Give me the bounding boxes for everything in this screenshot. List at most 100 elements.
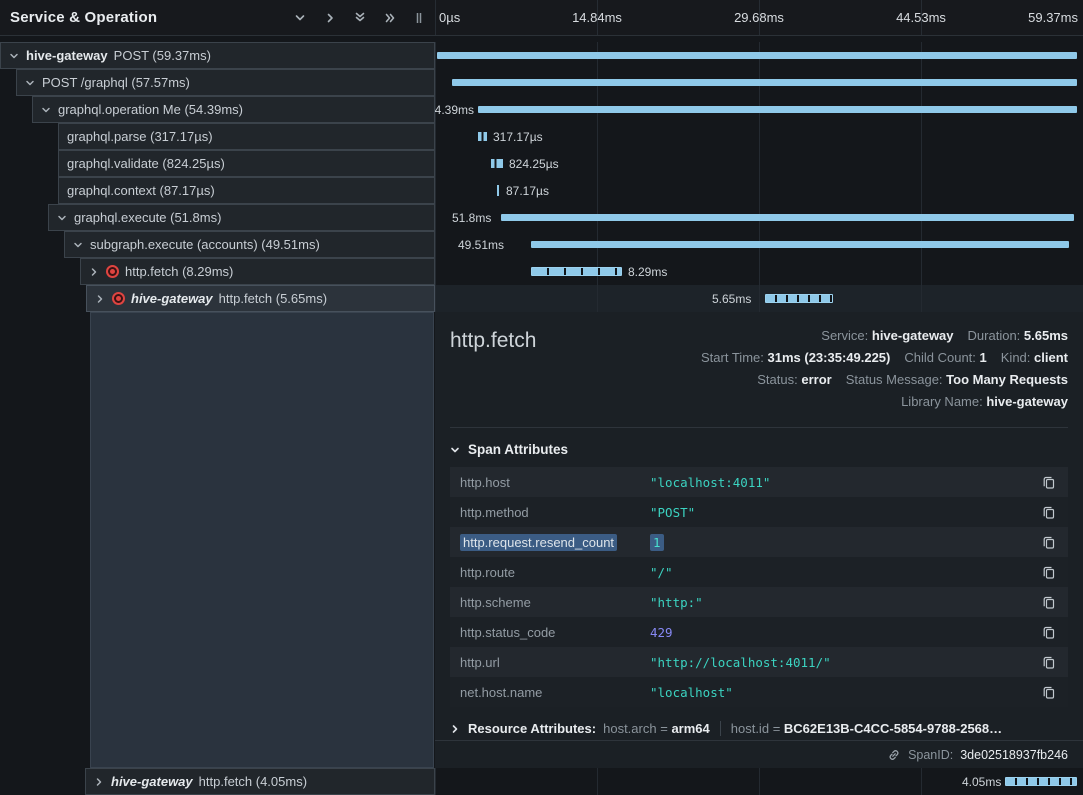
attr-row-highlighted[interactable]: http.request.resend_count 1 [450, 527, 1068, 557]
chevron-down-icon[interactable] [25, 78, 36, 88]
ruler-tick: 29.68ms [734, 10, 784, 25]
span-service: hive-gateway [26, 48, 108, 63]
span-duration-bar[interactable] [1005, 777, 1077, 786]
span-attributes-toggle[interactable]: Span Attributes [450, 442, 1068, 457]
chevron-right-icon[interactable] [322, 10, 338, 26]
span-label: http.fetch (5.65ms) [219, 291, 327, 306]
timeline-cell: 824.25µs [435, 150, 1083, 177]
meta-line: Start Time: 31ms (23:35:49.225)Child Cou… [701, 347, 1068, 369]
attr-key: http.route [460, 565, 650, 580]
span-tree-node[interactable]: subgraph.execute (accounts) (49.51ms) [64, 231, 435, 258]
span-duration-bar[interactable] [437, 52, 1077, 59]
span-duration-bar[interactable] [478, 106, 1077, 113]
ruler-tick: 44.53ms [896, 10, 946, 25]
span-duration-bar[interactable] [452, 79, 1077, 86]
attr-row[interactable]: http.url "http://localhost:4011/" [450, 647, 1068, 677]
copy-icon[interactable] [1040, 533, 1058, 552]
span-tree-node[interactable]: hive-gateway http.fetch (4.05ms) [85, 768, 435, 795]
span-duration-bar[interactable] [765, 294, 833, 303]
span-tree-node[interactable]: graphql.context (87.17µs) [58, 177, 435, 204]
copy-icon[interactable] [1040, 563, 1058, 582]
meta-line: Status: errorStatus Message: Too Many Re… [701, 369, 1068, 391]
trace-row: graphql.context (87.17µs) 87.17µs [0, 177, 1083, 204]
tree-panel-header: Service & Operation [0, 0, 435, 36]
copy-icon[interactable] [1040, 593, 1058, 612]
span-duration-bar[interactable] [491, 159, 503, 168]
span-duration-bar[interactable] [501, 214, 1074, 221]
duration-label: 87.17µs [506, 184, 549, 198]
span-attributes-table: http.host "localhost:4011" http.method "… [450, 467, 1068, 707]
panel-resize-handle[interactable] [413, 9, 425, 27]
chevron-down-icon[interactable] [9, 51, 20, 61]
detail-header: http.fetch Service: hive-gatewayDuration… [450, 325, 1068, 413]
timeline-cell [435, 42, 1083, 69]
span-tree-node[interactable]: graphql.execute (51.8ms) [48, 204, 435, 231]
attr-key: http.status_code [460, 625, 650, 640]
trace-row: hive-gateway http.fetch (4.05ms) 4.05ms [0, 768, 1083, 795]
span-duration-bar[interactable] [478, 132, 487, 141]
attr-value: 429 [650, 625, 1040, 640]
duration-label: 5.65ms [712, 292, 751, 306]
span-duration-bar[interactable] [531, 241, 1069, 248]
duration-label: 54.39ms [435, 103, 474, 117]
span-label: POST (59.37ms) [114, 48, 211, 63]
ruler-tick: 14.84ms [572, 10, 622, 25]
trace-row: http.fetch (8.29ms) 8.29ms [0, 258, 1083, 285]
span-label: graphql.context (87.17µs) [67, 183, 215, 198]
attr-row[interactable]: http.route "/" [450, 557, 1068, 587]
tree-panel-body [0, 312, 435, 768]
attr-row[interactable]: http.scheme "http:" [450, 587, 1068, 617]
timeline-cell: 317.17µs [435, 123, 1083, 150]
timeline-cell: 54.39ms [435, 96, 1083, 123]
span-tree-node-selected[interactable]: hive-gateway http.fetch (5.65ms) [86, 285, 435, 312]
span-tree-node[interactable]: http.fetch (8.29ms) [80, 258, 435, 285]
copy-icon[interactable] [1040, 683, 1058, 702]
double-chevron-down-icon[interactable] [352, 9, 368, 26]
chevron-right-icon[interactable] [94, 777, 105, 787]
trace-row: graphql.execute (51.8ms) 51.8ms [0, 204, 1083, 231]
section-title: Span Attributes [468, 442, 568, 457]
chevron-down-icon[interactable] [57, 213, 68, 223]
copy-icon[interactable] [1040, 653, 1058, 672]
attr-row[interactable]: http.host "localhost:4011" [450, 467, 1068, 497]
copy-icon[interactable] [1040, 503, 1058, 522]
span-tree-node[interactable]: graphql.operation Me (54.39ms) [32, 96, 435, 123]
attr-row[interactable]: http.status_code 429 [450, 617, 1068, 647]
span-tree-node[interactable]: POST /graphql (57.57ms) [16, 69, 435, 96]
attr-key: http.request.resend_count [460, 535, 650, 550]
chevron-down-icon[interactable] [41, 105, 52, 115]
span-tree-node[interactable]: graphql.validate (824.25µs) [58, 150, 435, 177]
resource-attributes-toggle[interactable]: Resource Attributes: host.arch = arm64 h… [450, 721, 1068, 736]
link-icon[interactable] [887, 748, 901, 762]
trace-viewer: Service & Operation 0µs 14.84ms 29.68ms … [0, 0, 1083, 795]
chevron-down-icon[interactable] [73, 240, 84, 250]
chevron-right-icon[interactable] [95, 294, 106, 304]
span-label: subgraph.execute (accounts) (49.51ms) [90, 237, 320, 252]
timeline-cell: 87.17µs [435, 177, 1083, 204]
attr-row[interactable]: net.host.name "localhost" [450, 677, 1068, 707]
attr-row[interactable]: http.method "POST" [450, 497, 1068, 527]
chevron-right-icon[interactable] [89, 267, 100, 277]
chevron-down-icon [450, 445, 461, 455]
selected-span-region[interactable] [90, 312, 434, 768]
span-tree-node[interactable]: hive-gateway POST (59.37ms) [0, 42, 435, 69]
span-label: graphql.execute (51.8ms) [74, 210, 221, 225]
trace-row: subgraph.execute (accounts) (49.51ms) 49… [0, 231, 1083, 258]
meta-line: Library Name: hive-gateway [701, 391, 1068, 413]
span-service: hive-gateway [111, 774, 193, 789]
chevron-down-icon[interactable] [292, 10, 308, 26]
span-tree-node[interactable]: graphql.parse (317.17µs) [58, 123, 435, 150]
span-duration-bar[interactable] [497, 185, 499, 196]
meta-line: Service: hive-gatewayDuration: 5.65ms [701, 325, 1068, 347]
span-label: http.fetch (4.05ms) [199, 774, 307, 789]
span-metadata: Service: hive-gatewayDuration: 5.65ms St… [701, 325, 1068, 413]
trace-row: POST /graphql (57.57ms) [0, 69, 1083, 96]
panel-title: Service & Operation [10, 9, 278, 26]
double-chevron-right-icon[interactable] [382, 10, 399, 26]
span-label: graphql.parse (317.17µs) [67, 129, 213, 144]
attr-key: net.host.name [460, 685, 650, 700]
trace-row-selected: hive-gateway http.fetch (5.65ms) 5.65ms [0, 285, 1083, 312]
span-duration-bar[interactable] [531, 267, 622, 276]
copy-icon[interactable] [1040, 473, 1058, 492]
copy-icon[interactable] [1040, 623, 1058, 642]
